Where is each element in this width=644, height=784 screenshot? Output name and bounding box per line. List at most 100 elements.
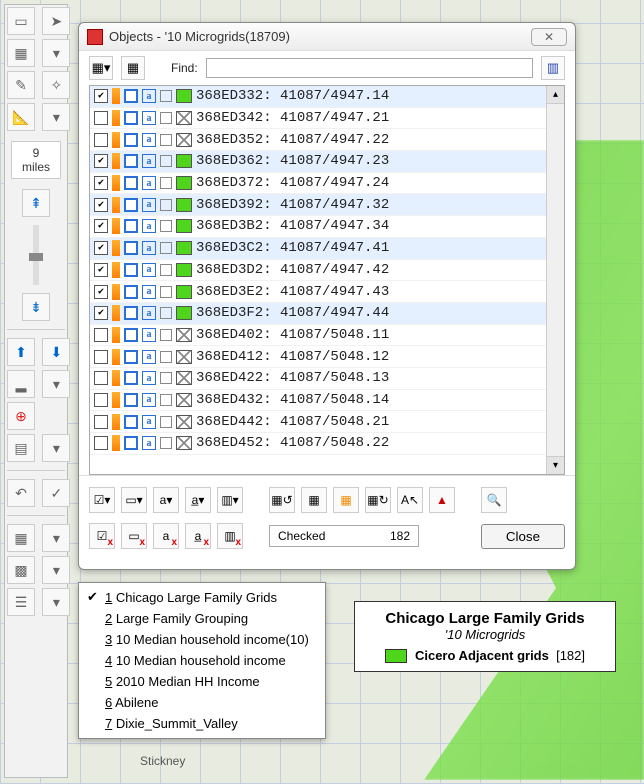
- copy-tiles-icon[interactable]: ▦↻: [365, 487, 391, 513]
- row-select-box[interactable]: [124, 415, 138, 429]
- legend-dropdown-icon[interactable]: ▾: [42, 588, 70, 616]
- table-row[interactable]: a368ED3D2: 41087/4947.42: [90, 260, 546, 282]
- row-select-box[interactable]: [124, 111, 138, 125]
- tiles-icon[interactable]: ▦: [121, 56, 145, 80]
- row-marker-box[interactable]: [160, 372, 172, 384]
- row-label-a-icon[interactable]: a: [142, 371, 156, 385]
- scroll-up-icon[interactable]: ▴: [547, 86, 564, 104]
- find-input[interactable]: [206, 58, 533, 78]
- label2-icon[interactable]: a̲▾: [185, 487, 211, 513]
- table-row[interactable]: a368ED452: 41087/5048.22: [90, 433, 546, 455]
- row-label-a-icon[interactable]: a: [142, 285, 156, 299]
- label-cursor-icon[interactable]: A↖: [397, 487, 423, 513]
- row-label-a-icon[interactable]: a: [142, 154, 156, 168]
- clear-chart-icon[interactable]: ▥x: [217, 523, 243, 549]
- menu-item[interactable]: 3 10 Median household income(10): [79, 629, 325, 650]
- scrollbar[interactable]: ▴ ▾: [546, 86, 564, 474]
- row-select-box[interactable]: [124, 350, 138, 364]
- row-marker-box[interactable]: [160, 329, 172, 341]
- objects-panel-dropdown-icon[interactable]: ▾: [42, 524, 70, 552]
- row-select-box[interactable]: [124, 393, 138, 407]
- row-select-box[interactable]: [124, 371, 138, 385]
- row-checkbox[interactable]: [94, 415, 108, 429]
- row-marker-box[interactable]: [160, 242, 172, 254]
- row-marker-box[interactable]: [160, 112, 172, 124]
- row-marker-box[interactable]: [160, 220, 172, 232]
- zoom-slider[interactable]: [33, 225, 39, 285]
- table-row[interactable]: a368ED352: 41087/4947.22: [90, 129, 546, 151]
- deselect-all-icon[interactable]: ▭x: [121, 523, 147, 549]
- row-checkbox[interactable]: [94, 89, 108, 103]
- table-row[interactable]: a368ED3C2: 41087/4947.41: [90, 238, 546, 260]
- zoom-in-icon[interactable]: ⊕: [7, 402, 35, 430]
- row-checkbox[interactable]: [94, 306, 108, 320]
- row-checkbox[interactable]: [94, 198, 108, 212]
- menu-item[interactable]: 2 Large Family Grouping: [79, 608, 325, 629]
- legend-icon[interactable]: ☰: [7, 588, 35, 616]
- row-label-a-icon[interactable]: a: [142, 241, 156, 255]
- row-label-a-icon[interactable]: a: [142, 393, 156, 407]
- row-marker-box[interactable]: [160, 416, 172, 428]
- row-select-box[interactable]: [124, 198, 138, 212]
- row-label-a-icon[interactable]: a: [142, 350, 156, 364]
- row-label-a-icon[interactable]: a: [142, 198, 156, 212]
- row-marker-box[interactable]: [160, 394, 172, 406]
- row-checkbox[interactable]: [94, 263, 108, 277]
- row-label-a-icon[interactable]: a: [142, 219, 156, 233]
- group-by-icon[interactable]: ▦▾: [89, 56, 113, 80]
- row-marker-box[interactable]: [160, 90, 172, 102]
- table-row[interactable]: a368ED362: 41087/4947.23: [90, 151, 546, 173]
- table-row[interactable]: a368ED3F2: 41087/4947.44: [90, 303, 546, 325]
- arrow-up-icon[interactable]: ⬆: [7, 338, 35, 366]
- row-select-box[interactable]: [124, 241, 138, 255]
- menu-item[interactable]: 5 2010 Median HH Income: [79, 671, 325, 692]
- row-label-a-icon[interactable]: a: [142, 263, 156, 277]
- stack-icon[interactable]: ▤: [7, 434, 35, 462]
- menu-item[interactable]: 4 10 Median household income: [79, 650, 325, 671]
- row-marker-box[interactable]: [160, 199, 172, 211]
- select-all-icon[interactable]: ▭▾: [121, 487, 147, 513]
- link-objects-icon[interactable]: ▦↺: [269, 487, 295, 513]
- ruler-dropdown-icon[interactable]: ▾: [42, 370, 70, 398]
- row-marker-box[interactable]: [160, 286, 172, 298]
- flag-icon[interactable]: ▲: [429, 487, 455, 513]
- table-row[interactable]: a368ED372: 41087/4947.24: [90, 173, 546, 195]
- check-all-icon[interactable]: ☑▾: [89, 487, 115, 513]
- layers-icon[interactable]: ▦: [7, 39, 35, 67]
- row-select-box[interactable]: [124, 89, 138, 103]
- row-select-box[interactable]: [124, 436, 138, 450]
- menu-item[interactable]: 6 Abilene: [79, 692, 325, 713]
- table-row[interactable]: a368ED402: 41087/5048.11: [90, 325, 546, 347]
- chart-icon[interactable]: ▥▾: [217, 487, 243, 513]
- table-row[interactable]: a368ED422: 41087/5048.13: [90, 368, 546, 390]
- row-checkbox[interactable]: [94, 133, 108, 147]
- row-label-a-icon[interactable]: a: [142, 436, 156, 450]
- query-icon[interactable]: 🔍: [481, 487, 507, 513]
- row-select-box[interactable]: [124, 306, 138, 320]
- row-select-box[interactable]: [124, 328, 138, 342]
- row-label-a-icon[interactable]: a: [142, 176, 156, 190]
- raster-icon[interactable]: ▩: [7, 556, 35, 584]
- columns-icon[interactable]: ▥: [541, 56, 565, 80]
- label-all-icon[interactable]: a▾: [153, 487, 179, 513]
- arrow-down-icon[interactable]: ⬇: [42, 338, 70, 366]
- zoom-extent-down-icon[interactable]: ⇟: [22, 293, 50, 321]
- titlebar[interactable]: Objects - '10 Microgrids(18709) ✕: [79, 23, 575, 51]
- row-checkbox[interactable]: [94, 154, 108, 168]
- layers-dropdown-icon[interactable]: ▾: [42, 39, 70, 67]
- table-row[interactable]: a368ED3B2: 41087/4947.34: [90, 216, 546, 238]
- table-row[interactable]: a368ED332: 41087/4947.14: [90, 86, 546, 108]
- row-select-box[interactable]: [124, 285, 138, 299]
- table-row[interactable]: a368ED412: 41087/5048.12: [90, 346, 546, 368]
- ruler-icon[interactable]: ▂: [7, 370, 35, 398]
- row-select-box[interactable]: [124, 263, 138, 277]
- measure-icon[interactable]: 📐: [7, 103, 35, 131]
- row-label-a-icon[interactable]: a: [142, 306, 156, 320]
- zoom-extent-up-icon[interactable]: ⇞: [22, 189, 50, 217]
- scroll-down-icon[interactable]: ▾: [547, 456, 564, 474]
- raster-dropdown-icon[interactable]: ▾: [42, 556, 70, 584]
- row-marker-box[interactable]: [160, 264, 172, 276]
- tiles2-icon[interactable]: ▦: [301, 487, 327, 513]
- uncheck-all-icon[interactable]: ☑x: [89, 523, 115, 549]
- row-checkbox[interactable]: [94, 393, 108, 407]
